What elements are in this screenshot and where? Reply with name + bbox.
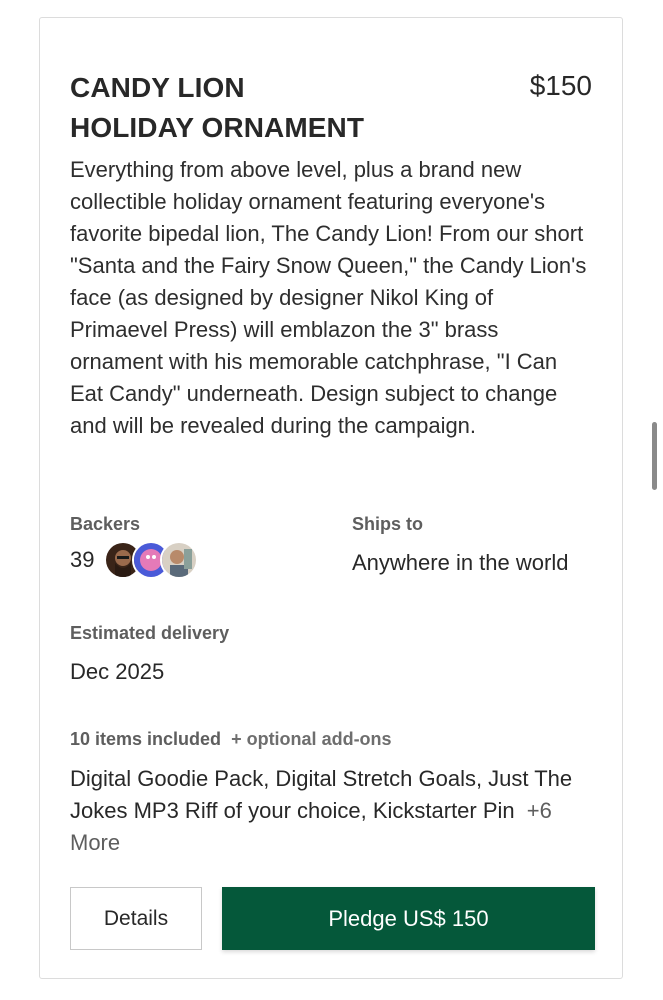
reward-description: Everything from above level, plus a bran… <box>70 157 587 438</box>
reward-card: CANDY LION HOLIDAY ORNAMENT $150 Everyth… <box>39 17 623 979</box>
estimated-delivery-value: Dec 2025 <box>70 659 165 684</box>
scrollbar-thumb[interactable] <box>652 422 657 490</box>
ships-to-label: Ships to <box>352 514 423 534</box>
items-included-label: 10 items included + optional add-ons <box>70 727 392 751</box>
items-count: 10 items included <box>70 729 222 749</box>
backer-avatars <box>104 541 199 579</box>
backers-row: 39 <box>70 540 199 580</box>
reward-title: CANDY LION HOLIDAY ORNAMENT <box>70 72 365 143</box>
optional-addons-label: + optional add-ons <box>231 729 392 749</box>
items-list: Digital Goodie Pack, Digital Stretch Goa… <box>70 763 600 859</box>
backers-label: Backers <box>70 514 141 534</box>
details-button[interactable]: Details <box>70 887 202 950</box>
items-list-text: Digital Goodie Pack, Digital Stretch Goa… <box>70 766 573 823</box>
ships-to-value: Anywhere in the world <box>352 550 569 575</box>
backers-count: 39 <box>70 547 95 572</box>
avatar <box>160 541 199 579</box>
estimated-delivery-label: Estimated delivery <box>70 623 230 643</box>
reward-price: $150 <box>529 70 592 101</box>
pledge-button[interactable]: Pledge US$ 150 <box>222 887 595 950</box>
